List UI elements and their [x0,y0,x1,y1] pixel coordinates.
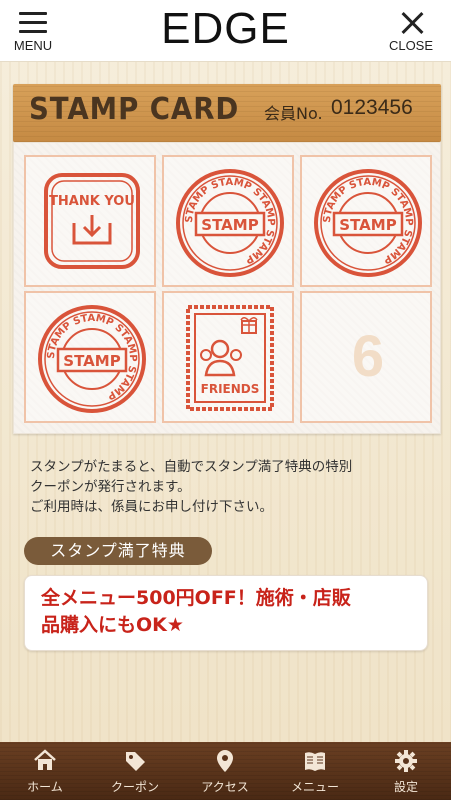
app-header: MENU EDGE CLOSE [0,0,451,62]
stamp-seal-icon: STAMP STAMP STAMP STAMP STAMP [38,305,146,413]
description-line: ご利用時は、係員にお申し付け下さい。 [30,499,273,515]
stamp-cell-number: 6 [351,324,385,389]
tab-coupon-label: クーポン [110,780,159,794]
reward-text-line: 全メニュー500円OFF！施術・店販 [41,587,351,609]
member-number: 0123456 [331,96,413,119]
tab-menu[interactable]: メニュー [270,742,360,800]
stamp-description: スタンプがたまると、自動でスタンプ満了特典の特別 クーポンが発行されます。 ご利… [30,457,430,517]
stamp-cell-3: STAMP STAMP STAMP STAMP STAMP [300,155,432,287]
gear-icon [395,750,417,772]
stamp-card-header: STAMP CARD 会員No. 0123456 [13,84,441,142]
map-pin-icon [217,750,233,772]
close-icon [399,10,425,36]
bottom-tab-bar: ホーム クーポン アクセス メニュー 設定 [0,742,451,800]
description-line: スタンプがたまると、自動でスタンプ満了特典の特別 [30,459,353,475]
svg-text:STAMP: STAMP [63,352,120,370]
stamp-cell-4: STAMP STAMP STAMP STAMP STAMP [24,291,156,423]
book-icon [305,752,325,771]
svg-text:STAMP: STAMP [201,216,258,234]
member-number-label: 会員No. [264,104,323,123]
stamp-seal-icon: STAMP STAMP STAMP STAMP STAMP [176,169,284,277]
stamp-cell-1: THANK YOU [24,155,156,287]
thank-you-text: THANK YOU [49,194,135,209]
tab-settings-label: 設定 [393,780,418,794]
close-button[interactable]: CLOSE [387,8,437,56]
tab-home[interactable]: ホーム [0,742,90,800]
stamp-cell-2: STAMP STAMP STAMP STAMP STAMP [162,155,294,287]
tab-home-label: ホーム [27,780,63,794]
tab-access[interactable]: アクセス [180,742,270,800]
svg-text:FRIENDS: FRIENDS [201,382,260,396]
reward-heading: スタンプ満了特典 [24,537,212,565]
coupon-tag-icon [126,752,145,771]
svg-text:STAMP: STAMP [339,216,396,234]
tab-access-label: アクセス [201,780,249,794]
tab-settings[interactable]: 設定 [361,742,451,800]
reward-box: 全メニュー500円OFF！施術・店販 品購入にもOK★ [24,575,428,651]
close-label: CLOSE [388,38,434,53]
friends-stamp-icon: FRIENDS [186,305,274,411]
home-icon [34,749,56,770]
tab-coupon[interactable]: クーポン [90,742,180,800]
thank-you-stamp-icon: THANK YOU [44,173,140,269]
stamp-cell-5: FRIENDS [162,291,294,423]
stamp-card-title: STAMP CARD [29,92,240,127]
stamp-cell-6: 6 [300,291,432,423]
stamp-seal-icon: STAMP STAMP STAMP STAMP STAMP [314,169,422,277]
stamp-grid: THANK YOU STAMP STAMP STAMP STAMP STAMP … [13,142,441,434]
reward-text-line: 品購入にもOK★ [41,614,184,636]
tab-menu-label: メニュー [290,780,339,794]
description-line: クーポンが発行されます。 [30,479,191,495]
